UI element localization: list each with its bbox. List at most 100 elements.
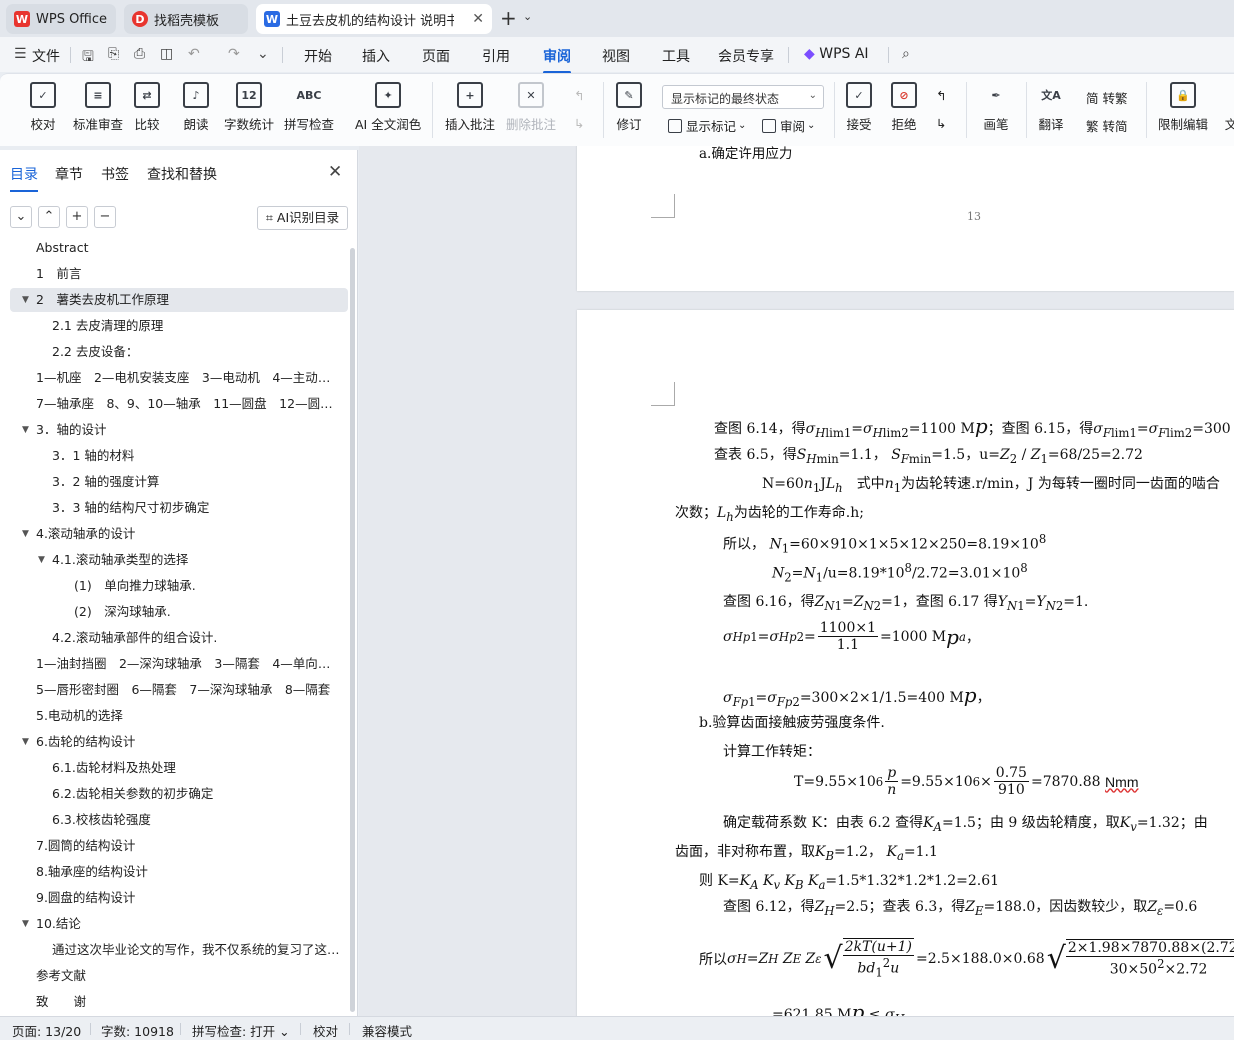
restrict-editing-button[interactable]: 🔒 限制编辑 bbox=[1158, 82, 1208, 133]
document-more-button[interactable]: 文 bbox=[1218, 82, 1234, 133]
menu-insert[interactable]: 插入 bbox=[362, 46, 390, 66]
toc-item[interactable]: 9.圆盘的结构设计 bbox=[10, 886, 348, 910]
to-simplified-button[interactable]: 繁 转简 bbox=[1086, 116, 1127, 135]
accept-button[interactable]: ✓ 接受 bbox=[846, 82, 872, 133]
toc-item[interactable]: 3．2 轴的强度计算 bbox=[10, 470, 348, 494]
toc-item[interactable]: 5—唇形密封圈 6—隔套 7—深沟球轴承 8—隔套 bbox=[10, 678, 348, 702]
hamburger-menu-icon[interactable]: ☰ bbox=[14, 46, 27, 62]
compare-button[interactable]: ⇄ 比较 bbox=[134, 82, 160, 133]
toc-item[interactable]: 通过这次毕业论文的写作，我不仅系统的复习了这四年所学的知识 bbox=[10, 938, 348, 962]
search-icon[interactable]: ⌕ bbox=[902, 46, 910, 62]
proofread-button[interactable]: ✓ 校对 bbox=[30, 82, 56, 133]
redo-icon[interactable]: ↷ bbox=[228, 46, 240, 62]
expand-arrow-icon[interactable]: ▼ bbox=[22, 730, 29, 754]
translate-button[interactable]: 文A 翻译 bbox=[1038, 82, 1064, 133]
toc-item[interactable]: 7—轴承座 8、9、10—轴承 11—圆盘 12—圆筒 13—毛刷 bbox=[10, 392, 348, 416]
toc-item[interactable]: ▼ 6.齿轮的结构设计 bbox=[10, 730, 348, 754]
toc-item[interactable]: (2) 深沟球轴承. bbox=[10, 600, 348, 624]
remove-heading-button[interactable]: − bbox=[94, 206, 116, 228]
word-count-button[interactable]: 12 字数统计 bbox=[224, 82, 274, 133]
insert-comment-button[interactable]: + 插入批注 bbox=[445, 82, 495, 133]
word-count[interactable]: 字数: 10918 bbox=[101, 1021, 174, 1040]
markup-mode-select[interactable]: 显示标记的最终状态 ⌄ bbox=[662, 85, 824, 109]
review-pane-button[interactable]: 审阅 ⌄ bbox=[762, 116, 815, 135]
show-markup-button[interactable]: 显示标记 ⌄ bbox=[668, 116, 746, 135]
toc-item[interactable]: ▼ 4.滚动轴承的设计 bbox=[10, 522, 348, 546]
previous-change-icon[interactable]: ↰ bbox=[936, 88, 946, 103]
previous-comment-icon[interactable]: ↰ bbox=[574, 88, 584, 103]
chevron-down-icon[interactable]: ⌄ bbox=[257, 46, 269, 62]
chevron-down-icon[interactable]: ⌄ bbox=[523, 10, 532, 23]
menu-view[interactable]: 视图 bbox=[602, 46, 630, 66]
tab-current-document[interactable]: W 土豆去皮机的结构设计 说明书 ✕ bbox=[256, 4, 492, 34]
document-canvas[interactable]: a.确定许用应力 13 查图 6.14，得σHlim1=σHlim2=1100 … bbox=[359, 146, 1234, 1016]
track-changes-button[interactable]: ✎ 修订 bbox=[616, 82, 642, 133]
menu-wps-ai[interactable]: ◆ WPS AI bbox=[804, 46, 869, 62]
toc-item[interactable]: 1 前言 bbox=[10, 262, 348, 286]
toc-item[interactable]: 7.圆筒的结构设计 bbox=[10, 834, 348, 858]
next-comment-icon[interactable]: ↳ bbox=[574, 116, 584, 131]
to-traditional-button[interactable]: 简 转繁 bbox=[1086, 88, 1127, 107]
toc-item[interactable]: 2.1 去皮清理的原理 bbox=[10, 314, 348, 338]
toc-item[interactable]: 6.3.校核齿轮强度 bbox=[10, 808, 348, 832]
close-tab-icon[interactable]: ✕ bbox=[466, 11, 484, 27]
page-indicator[interactable]: 页面: 13/20 bbox=[12, 1021, 81, 1040]
toc-item[interactable]: 3．3 轴的结构尺寸初步确定 bbox=[10, 496, 348, 520]
toc-item[interactable]: 4.2.滚动轴承部件的组合设计. bbox=[10, 626, 348, 650]
toc-item[interactable]: 3．1 轴的材料 bbox=[10, 444, 348, 468]
print-icon[interactable]: ⎙ bbox=[134, 46, 145, 62]
menu-page[interactable]: 页面 bbox=[422, 46, 450, 66]
toc-item[interactable]: 参考文献 bbox=[10, 964, 348, 988]
scrollbar[interactable] bbox=[350, 248, 355, 1012]
ai-polish-button[interactable]: ✦ AI 全文润色 bbox=[355, 82, 421, 133]
menu-member[interactable]: 会员专享 bbox=[718, 46, 774, 66]
pen-button[interactable]: ✒ 画笔 bbox=[983, 82, 1009, 133]
standard-review-button[interactable]: ≡ 标准审查 bbox=[73, 82, 123, 133]
new-tab-icon[interactable]: + bbox=[500, 6, 517, 30]
tab-sections[interactable]: 章节 bbox=[55, 164, 83, 184]
tab-toc[interactable]: 目录 bbox=[10, 164, 38, 192]
toc-item[interactable]: ▼ 10.结论 bbox=[10, 912, 348, 936]
tab-wps-office[interactable]: W WPS Office bbox=[6, 4, 116, 34]
menu-tools[interactable]: 工具 bbox=[662, 46, 690, 66]
expand-up-button[interactable]: ⌃ bbox=[38, 206, 60, 228]
save-icon[interactable]: 🖫 bbox=[82, 46, 94, 70]
expand-arrow-icon[interactable]: ▼ bbox=[22, 522, 29, 546]
toc-item[interactable]: 1—机座 2—电机安装支座 3—电动机 4—主动齿轮 5—从动齿轮 6—轴 bbox=[10, 366, 348, 390]
undo-icon[interactable]: ↶ bbox=[188, 46, 200, 62]
toc-item[interactable]: 8.轴承座的结构设计 bbox=[10, 860, 348, 884]
menu-home[interactable]: 开始 bbox=[304, 46, 332, 66]
read-aloud-button[interactable]: ♪ 朗读 bbox=[183, 82, 209, 133]
toc-item[interactable]: 6.1.齿轮材料及热处理 bbox=[10, 756, 348, 780]
toc-item[interactable]: Abstract bbox=[10, 236, 348, 260]
add-heading-button[interactable]: + bbox=[66, 206, 88, 228]
toc-item[interactable]: ▼ 4.1.滚动轴承类型的选择 bbox=[10, 548, 348, 572]
expand-arrow-icon[interactable]: ▼ bbox=[22, 288, 29, 312]
tab-find-replace[interactable]: 查找和替换 bbox=[147, 164, 217, 184]
toc-item[interactable]: 2.2 去皮设备： bbox=[10, 340, 348, 364]
ai-toc-button[interactable]: ⌗ AI识别目录 bbox=[257, 206, 348, 230]
export-icon[interactable]: ⎘ bbox=[108, 46, 119, 62]
expand-arrow-icon[interactable]: ▼ bbox=[22, 912, 29, 936]
menu-file[interactable]: 文件 bbox=[32, 46, 60, 66]
reject-button[interactable]: ⊘ 拒绝 bbox=[891, 82, 917, 133]
delete-comment-button[interactable]: ✕ 删除批注 bbox=[506, 82, 556, 133]
toc-item[interactable]: 5.电动机的选择 bbox=[10, 704, 348, 728]
spell-check-button[interactable]: ABC 拼写检查 bbox=[284, 82, 334, 133]
next-change-icon[interactable]: ↳ bbox=[936, 116, 946, 131]
toc-item[interactable]: ▼ 2 薯类去皮机工作原理 bbox=[10, 288, 348, 312]
toc-item[interactable]: (1) 单向推力球轴承. bbox=[10, 574, 348, 598]
toc-item[interactable]: 致 谢 bbox=[10, 990, 348, 1014]
expand-arrow-icon[interactable]: ▼ bbox=[22, 418, 29, 442]
spell-check-status[interactable]: 拼写检查: 打开 ⌄ bbox=[192, 1021, 290, 1040]
print-preview-icon[interactable]: ◫ bbox=[160, 46, 173, 62]
proofread-status[interactable]: 校对 bbox=[313, 1021, 338, 1040]
tab-bookmarks[interactable]: 书签 bbox=[101, 164, 129, 184]
toc-item[interactable]: 1—油封挡圈 2—深沟球轴承 3—隔套 4—单向推力球轴承 bbox=[10, 652, 348, 676]
menu-references[interactable]: 引用 bbox=[482, 46, 510, 66]
tab-docer-templates[interactable]: D 找稻壳模板 bbox=[124, 4, 248, 34]
expand-arrow-icon[interactable]: ▼ bbox=[38, 548, 45, 572]
collapse-all-button[interactable]: ⌄ bbox=[10, 206, 32, 228]
menu-review[interactable]: 审阅 bbox=[543, 46, 571, 74]
toc-item[interactable]: ▼ 3．轴的设计 bbox=[10, 418, 348, 442]
